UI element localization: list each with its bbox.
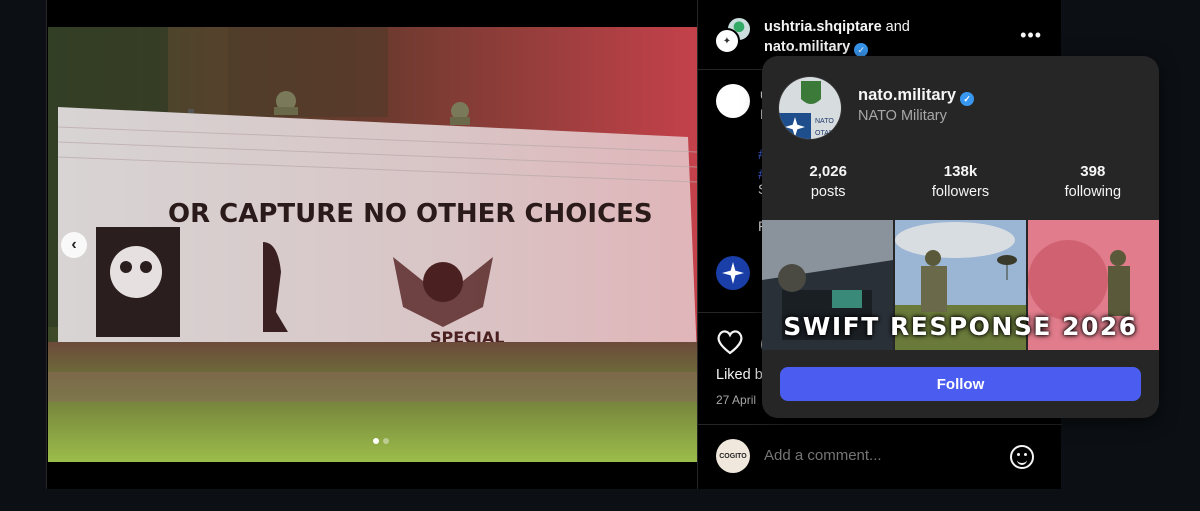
- avatar: ✦: [714, 28, 740, 54]
- emoji-icon[interactable]: [1010, 445, 1034, 469]
- stat-followers[interactable]: 138k followers: [894, 162, 1026, 202]
- avatar-text-otan: OTAN: [815, 130, 834, 137]
- stat-value: 138k: [943, 163, 978, 180]
- follow-button[interactable]: Follow: [780, 367, 1141, 401]
- stat-posts: 2,026 posts: [762, 162, 894, 202]
- liked-by-text[interactable]: Liked b: [716, 367, 763, 383]
- like-button[interactable]: [716, 329, 744, 355]
- carousel-dot[interactable]: [383, 438, 389, 444]
- thumbnail-banner-text: SWIFT RESPONSE 2026: [783, 312, 1138, 341]
- hover-card-full-name: NATO Military: [858, 108, 947, 124]
- more-horizontal-icon: •••: [1020, 25, 1042, 45]
- nato-military-logo-icon: NATO OTAN: [779, 77, 841, 139]
- author-link[interactable]: nato.military: [764, 39, 850, 55]
- profile-hover-card: NATO OTAN nato.military ✓ NATO Military 2…: [762, 56, 1159, 418]
- hover-card-username[interactable]: nato.military ✓: [858, 86, 975, 106]
- hover-card-avatar[interactable]: NATO OTAN: [778, 76, 842, 140]
- comment-bar: COGITO: [698, 424, 1062, 489]
- post-media: OR CAPTURE NO OTHER CHOICES SPECIAL ‹: [47, 0, 697, 489]
- verified-badge-icon: ✓: [854, 43, 869, 57]
- photo-illustration: OR CAPTURE NO OTHER CHOICES SPECIAL: [48, 27, 697, 462]
- carousel-dot[interactable]: [373, 438, 379, 444]
- authors-joiner: and: [885, 19, 910, 35]
- stat-following[interactable]: 398 following: [1027, 162, 1159, 202]
- stat-value: 2,026: [809, 163, 847, 180]
- avatar-text-nato: NATO: [815, 118, 834, 125]
- more-options-button[interactable]: •••: [1020, 25, 1042, 46]
- profile-stats: 2,026 posts 138k followers 398 following: [762, 162, 1159, 202]
- verified-badge-icon: ✓: [960, 92, 975, 106]
- stat-value: 398: [1080, 163, 1106, 180]
- post-authors: ushtria.shqiptare and nato.military ✓: [764, 17, 910, 57]
- stat-label: posts: [810, 184, 846, 200]
- avatar[interactable]: [716, 84, 750, 118]
- stat-label: following: [1064, 184, 1122, 200]
- wall-slogan-text: OR CAPTURE NO OTHER CHOICES: [168, 199, 653, 229]
- post-photo[interactable]: OR CAPTURE NO OTHER CHOICES SPECIAL: [48, 27, 697, 462]
- nato-star-icon: [717, 257, 749, 289]
- eagle-icon: ✦: [722, 35, 732, 47]
- username-text[interactable]: nato.military: [858, 86, 956, 104]
- author-link[interactable]: ushtria.shqiptare: [764, 19, 882, 35]
- chevron-left-icon: ‹: [71, 236, 77, 253]
- comment-input[interactable]: [764, 447, 963, 464]
- avatar[interactable]: [716, 256, 750, 290]
- carousel-prev-button[interactable]: ‹: [61, 232, 87, 258]
- carousel-dots: [373, 438, 389, 444]
- avatar[interactable]: COGITO: [716, 439, 750, 473]
- stat-label: followers: [931, 184, 990, 200]
- post-date[interactable]: 27 April: [716, 393, 756, 407]
- collab-avatars[interactable]: ✦: [714, 16, 752, 54]
